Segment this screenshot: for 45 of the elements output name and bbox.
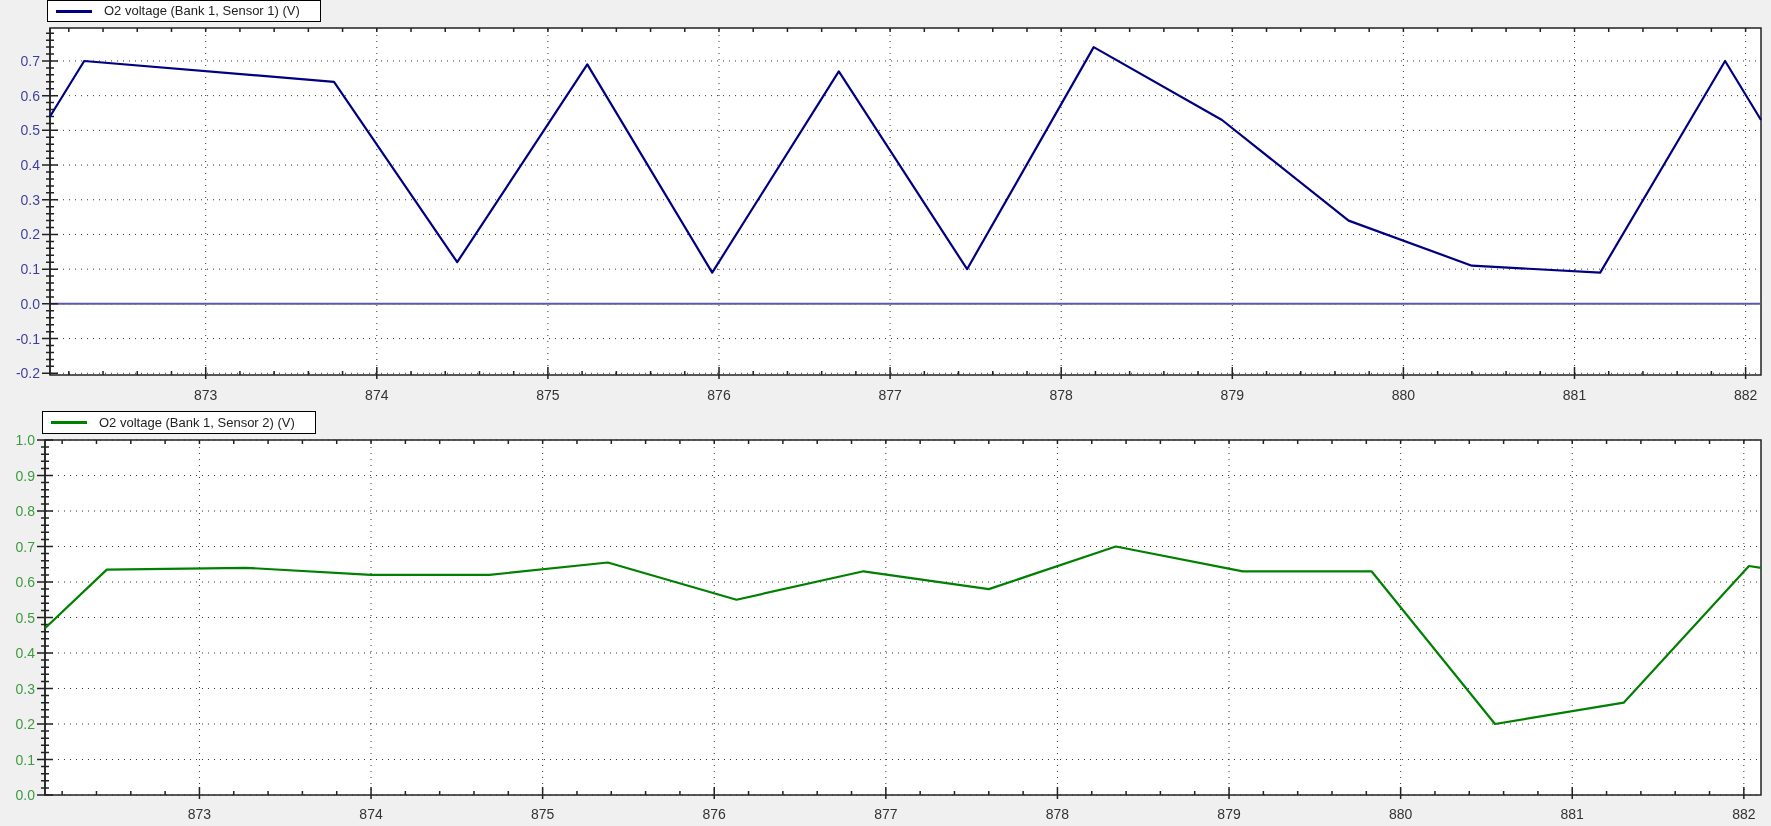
axis-tick-label: 878 xyxy=(1045,806,1070,822)
axis-tick-label: 881 xyxy=(1562,387,1587,403)
axis-tick-label: 874 xyxy=(359,806,383,822)
axis-tick-label: 0.6 xyxy=(20,87,40,104)
axis-tick-label: 0.1 xyxy=(20,261,40,278)
axis-tick-label: 0.0 xyxy=(15,787,35,803)
axis-tick-label: 882 xyxy=(1733,387,1758,403)
axis-tick-label: 0.3 xyxy=(15,680,35,697)
axis-tick-label: 0.6 xyxy=(15,574,35,590)
axis-tick-label: 882 xyxy=(1732,806,1756,822)
axis-tick-label: 879 xyxy=(1217,806,1241,822)
axis-tick-label: 0.7 xyxy=(15,538,35,555)
legend-swatch-icon xyxy=(51,421,87,424)
axis-tick-label: 1.0 xyxy=(15,434,35,448)
axis-tick-label: 0.4 xyxy=(20,157,40,174)
axis-tick-label: 0.8 xyxy=(15,503,35,519)
axis-tick-label: 881 xyxy=(1560,806,1584,822)
axis-tick-label: 880 xyxy=(1391,387,1416,403)
legend-swatch-icon xyxy=(56,9,92,13)
axis-tick-label: 0.5 xyxy=(20,122,40,139)
axis-tick-label: 0.1 xyxy=(15,751,35,768)
axis-tick-label: -0.1 xyxy=(15,330,40,347)
axis-tick-label: 0.2 xyxy=(20,226,40,243)
axis-tick-label: 876 xyxy=(702,806,726,822)
axis-tick-label: 0.9 xyxy=(15,467,35,484)
axis-tick-label: 873 xyxy=(187,806,212,822)
axis-tick-label: 875 xyxy=(536,387,560,403)
axis-tick-label: 874 xyxy=(365,387,389,403)
axis-tick-label: 0.3 xyxy=(20,191,40,208)
axis-tick-label: 873 xyxy=(194,387,218,403)
axis-tick-label: -0.2 xyxy=(15,365,40,382)
axis-tick-label: 879 xyxy=(1220,387,1244,403)
legend-label: O2 voltage (Bank 1, Sensor 2) (V) xyxy=(99,413,296,432)
axis-tick-label: 878 xyxy=(1049,387,1073,403)
axis-tick-label: 0.0 xyxy=(20,295,40,312)
axis-tick-label: 0.5 xyxy=(15,609,35,626)
axis-tick-label: 875 xyxy=(530,806,555,822)
axis-tick-label: 880 xyxy=(1388,806,1413,822)
axis-tick-label: 0.2 xyxy=(15,716,35,732)
axis-tick-label: 0.7 xyxy=(20,52,40,69)
axis-tick-label: 877 xyxy=(874,806,898,822)
legend-label: O2 voltage (Bank 1, Sensor 1) (V) xyxy=(104,2,301,21)
axis-tick-label: 876 xyxy=(707,387,731,403)
axis-tick-label: 0.4 xyxy=(15,645,35,661)
axis-tick-label: 877 xyxy=(878,387,902,403)
